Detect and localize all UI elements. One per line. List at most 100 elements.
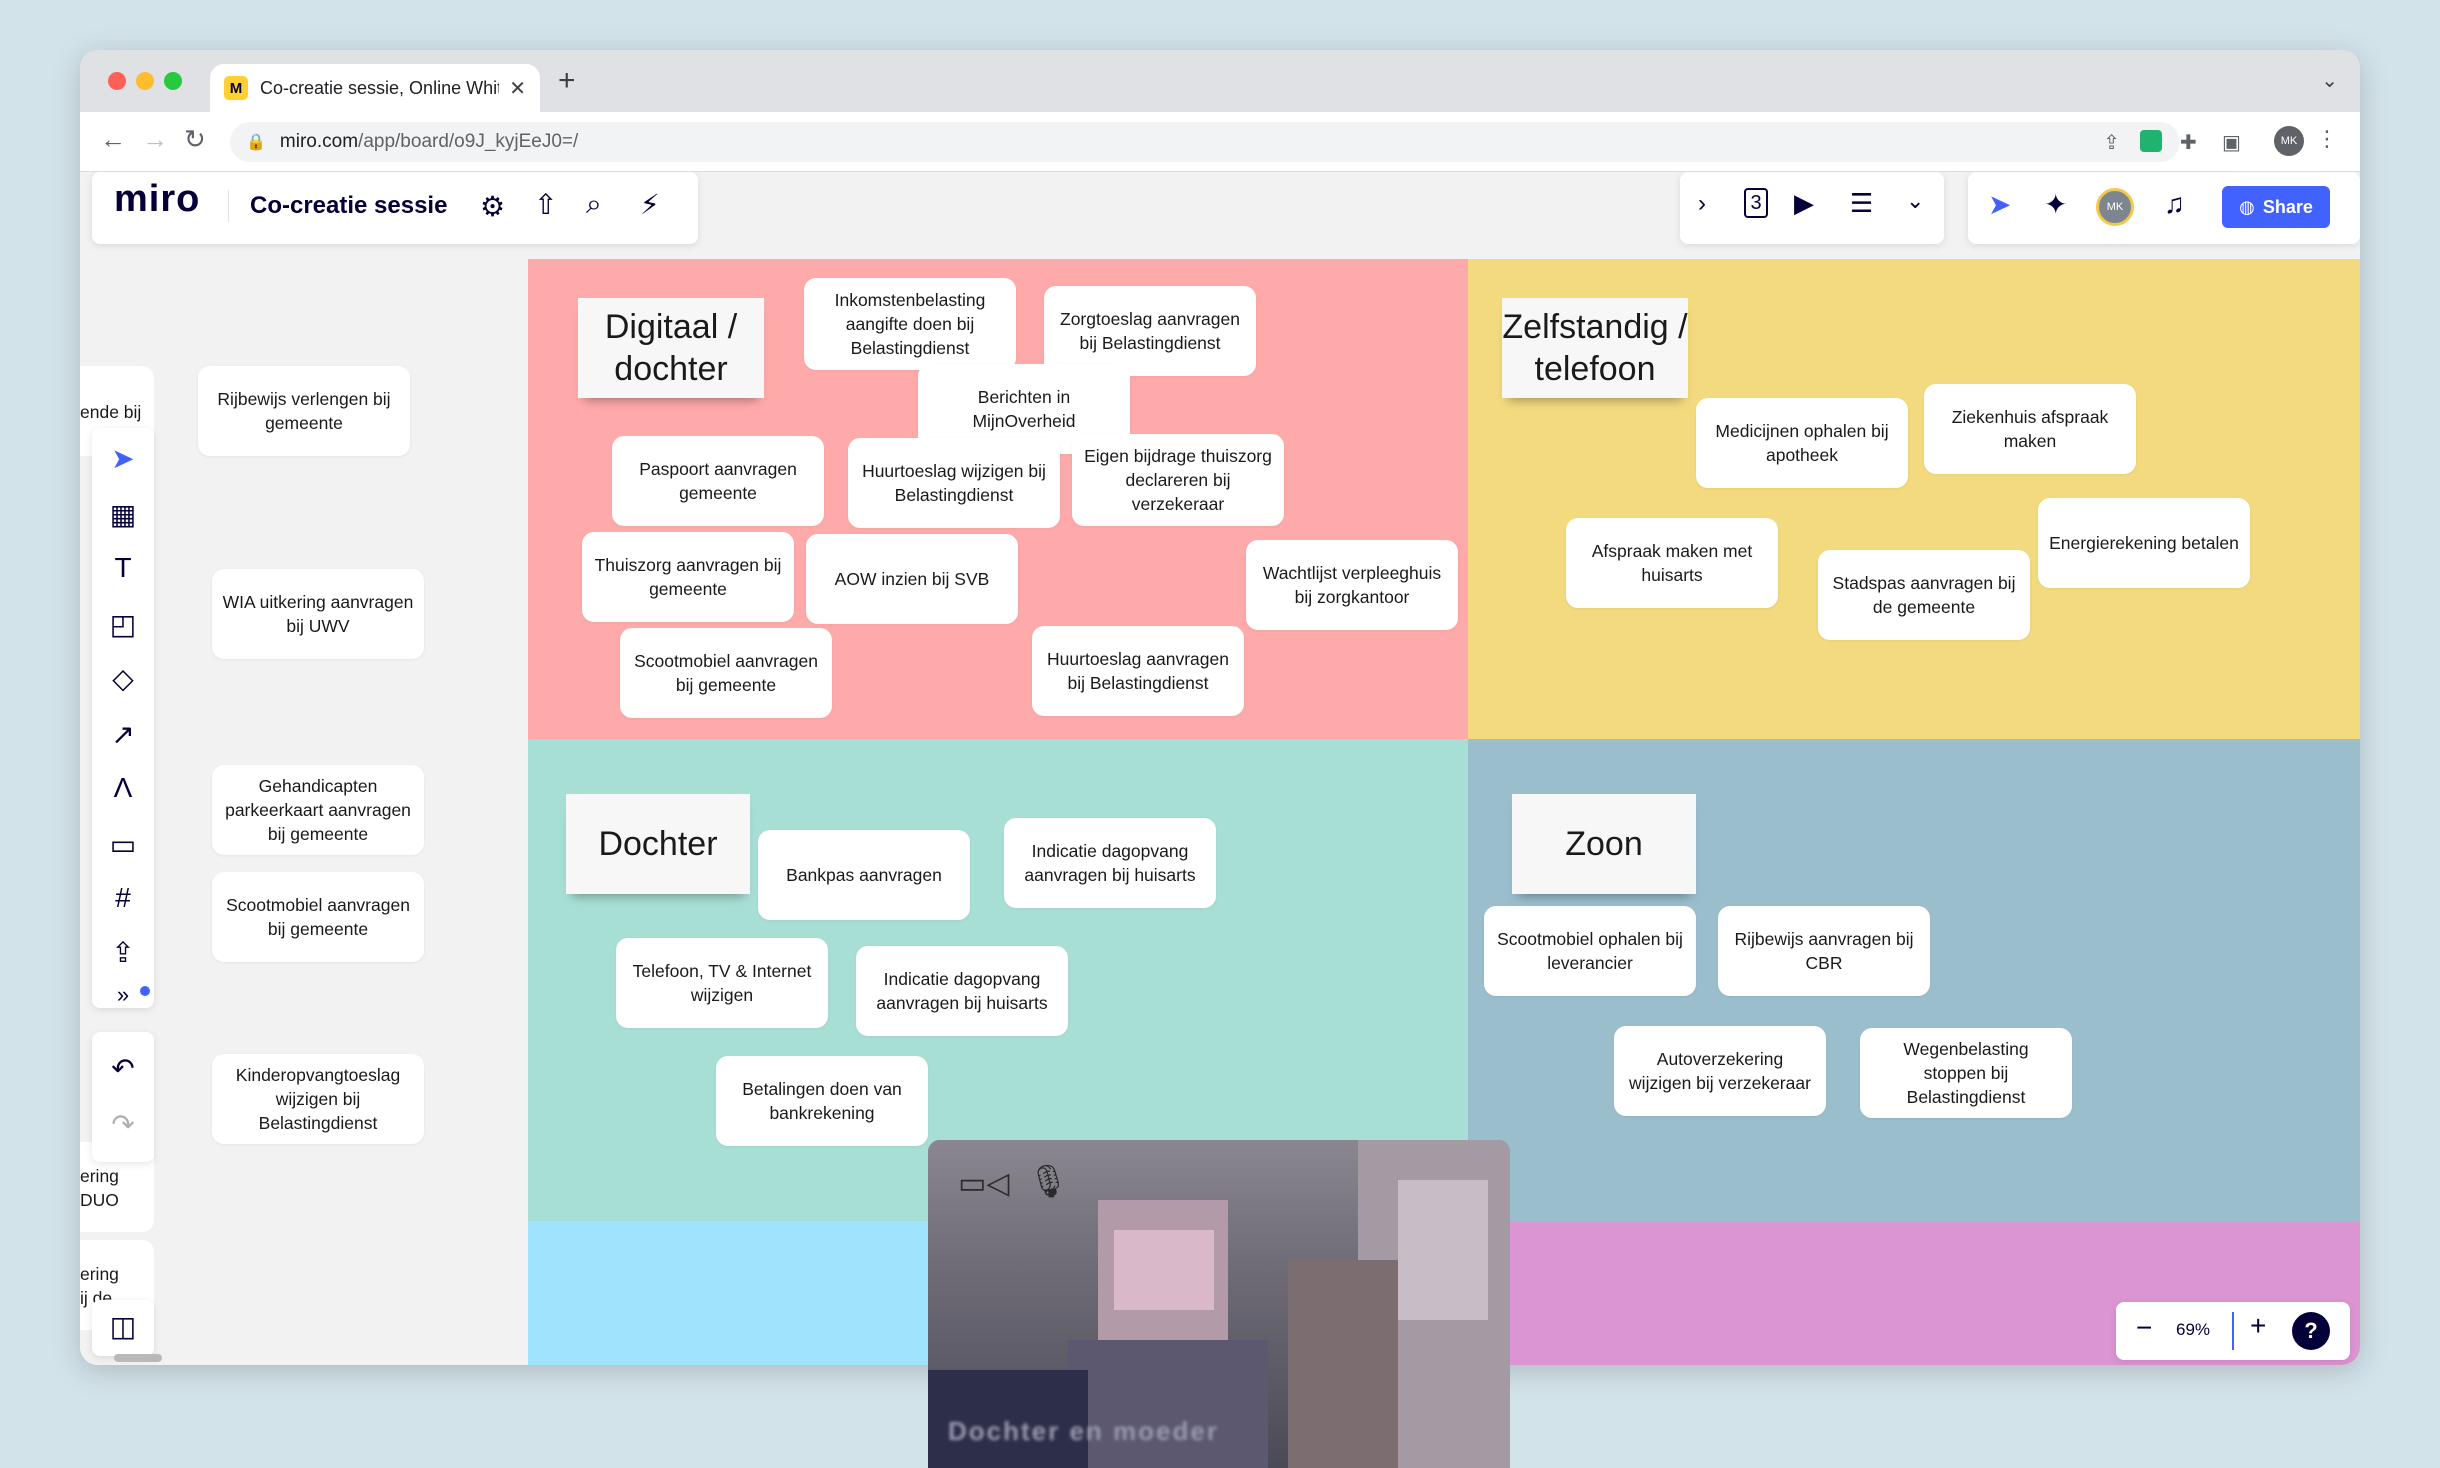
zoom-out-icon[interactable]: − [2136,1312,2152,1344]
comment-icon[interactable]: ▭ [92,828,154,861]
card[interactable]: Stadspas aanvragen bij de gemeente [1818,550,2030,640]
camera-icon[interactable]: ▭◁ [958,1166,1009,1201]
frame-icon[interactable]: # [92,882,154,914]
card[interactable]: Scootmobiel ophalen bij leverancier [1484,906,1696,996]
card[interactable]: Paspoort aanvragen gemeente [612,436,824,526]
card[interactable]: Wachtlijst verpleeghuis bij zorgkantoor [1246,540,1458,630]
card[interactable]: Betalingen doen van bankrekening [716,1056,928,1146]
select-cursor-icon[interactable]: ➤ [92,442,154,475]
sidepanel-icon[interactable]: ▣ [2222,130,2241,155]
sticky-title[interactable]: Digitaal / dochter [578,298,764,398]
presentation-icon[interactable]: ▶ [1794,188,1814,219]
undo-redo-bar: ↶ ↷ [92,1032,154,1162]
plugin-icon[interactable]: ⚡ [640,188,660,221]
url-path: /app/board/o9J_kyjEeJ0=/ [358,131,579,152]
board-panel-button[interactable]: ◫ [92,1300,154,1356]
zoom-level[interactable]: 69% [2176,1320,2210,1340]
card[interactable]: Rijbewijs verlengen bij gemeente [198,366,410,456]
profile-avatar[interactable]: MK [2274,126,2304,156]
redo-icon[interactable]: ↷ [92,1108,154,1141]
shapes-icon[interactable]: ◇ [92,662,154,695]
card[interactable]: AOW inzien bij SVB [806,534,1018,624]
card[interactable]: Autoverzekering wijzigen bij verzekeraar [1614,1026,1826,1116]
creation-toolbar: ➤ ▦ T ◰ ◇ ↗ Λ ▭ # ⇪ » [92,428,154,1008]
card[interactable]: Huurtoeslag wijzigen bij Belastingdienst [848,438,1060,528]
help-button[interactable]: ? [2292,1312,2330,1350]
card[interactable]: Scootmobiel aanvragen bij gemeente [620,628,832,718]
search-icon[interactable]: ⌕ [586,188,602,221]
microphone-icon[interactable]: 🎙 [1028,1162,1069,1200]
text-icon[interactable]: T [92,552,154,584]
miro-logo[interactable]: miro [114,178,200,221]
templates-icon[interactable]: ▦ [92,498,154,531]
lock-icon: 🔒 [246,134,266,151]
share-page-icon[interactable]: ⇪ [2103,130,2120,155]
card[interactable]: Bankpas aanvragen [758,830,970,920]
url-host: miro.com [279,131,359,152]
card[interactable]: Wegenbelasting stoppen bij Belastingdien… [1860,1028,2072,1118]
card[interactable]: Thuiszorg aanvragen bij gemeente [582,532,794,622]
card[interactable]: Energierekening betalen [2038,498,2250,588]
video-pixel-block [1114,1230,1214,1310]
tab-title: Co-creatie sessie, Online Whit [260,77,500,98]
card[interactable]: Medicijnen ophalen bij apotheek [1696,398,1908,488]
card[interactable]: Inkomstenbelasting aangifte doen bij Bel… [804,278,1016,370]
minimize-window-button[interactable] [136,72,154,90]
gear-icon[interactable]: ⚙ [480,190,505,223]
url-input[interactable]: 🔒 miro.com /app/board/o9J_kyjEeJ0=/ ⇪ ☆ [230,122,2180,162]
card[interactable]: Indicatie dagopvang aanvragen bij huisar… [1004,818,1216,908]
collaboration-toolbar: › 3 ▶ ☰ ⌄ [1680,172,1944,244]
card[interactable]: Ziekenhuis afspraak maken [1924,384,2136,474]
card[interactable]: Afspraak maken met huisarts [1566,518,1778,608]
miro-main-menu-bar: miro Co-creatie sessie ⚙ ⇧ ⌕ ⚡ [92,172,698,244]
new-tab-button[interactable]: + [558,64,576,98]
share-label: Share [2262,196,2313,217]
reload-icon[interactable]: ↻ [184,124,206,155]
card[interactable]: WIA uitkering aanvragen bij UWV [212,569,424,659]
maximize-window-button[interactable] [164,72,182,90]
celebrate-icon[interactable]: ✦ [2044,188,2067,221]
more-chevron-icon[interactable]: ⌄ [1906,188,1924,214]
sticky-title[interactable]: Dochter [566,794,750,894]
card[interactable]: Indicatie dagopvang aanvragen bij huisar… [856,946,1068,1036]
browser-menu-icon[interactable]: ⋮ [2316,126,2338,152]
page-count-badge[interactable]: 3 [1744,188,1768,218]
cursor-arrow-icon[interactable]: ➤ [1988,188,2011,221]
zoom-in-icon[interactable]: + [2250,1310,2266,1342]
tab-search-chevron-icon[interactable]: ⌄ [2321,68,2338,93]
card[interactable]: Gehandicapten parkeerkaart aanvragen bij… [212,765,424,855]
card[interactable]: Eigen bijdrage thuiszorg declareren bij … [1072,434,1284,526]
video-pixel-block [1068,1340,1268,1468]
extension-green-icon[interactable] [2140,130,2162,152]
notes-icon[interactable]: ☰ [1850,188,1873,219]
browser-tab[interactable]: M Co-creatie sessie, Online Whit ✕ [210,64,540,112]
bell-icon[interactable]: ♫ [2164,188,2185,220]
divider [228,190,229,222]
share-button[interactable]: ◍ Share [2222,186,2330,228]
user-avatar[interactable]: MK [2096,188,2134,226]
connection-line-icon[interactable]: ↗ [92,718,154,751]
board-title[interactable]: Co-creatie sessie [250,192,447,220]
card[interactable]: Zorgtoeslag aanvragen bij Belastingdiens… [1044,286,1256,376]
forward-arrow-icon[interactable]: → [142,124,168,155]
video-call-window[interactable]: ▭◁ 🎙 Dochter en moeder [928,1140,1510,1468]
upload-file-icon[interactable]: ⇪ [92,936,154,969]
sticky-title[interactable]: Zoon [1512,794,1696,894]
card[interactable]: Kinderopvangtoeslag wijzigen bij Belasti… [212,1054,424,1144]
pen-icon[interactable]: Λ [92,772,154,804]
card[interactable]: Scootmobiel aanvragen bij gemeente [212,872,424,962]
card[interactable]: Telefoon, TV & Internet wijzigen [616,938,828,1028]
card[interactable]: Rijbewijs aanvragen bij CBR [1718,906,1930,996]
close-window-button[interactable] [108,72,126,90]
sticky-note-icon[interactable]: ◰ [92,608,154,641]
horizontal-scrollbar[interactable] [114,1354,162,1362]
upload-icon[interactable]: ⇧ [534,188,557,221]
undo-icon[interactable]: ↶ [92,1052,154,1085]
extensions-puzzle-icon[interactable]: ✚ [2180,130,2197,155]
back-arrow-icon[interactable]: ← [100,124,126,155]
globe-icon: ◍ [2239,196,2255,217]
tab-close-icon[interactable]: ✕ [509,76,526,101]
chevron-right-icon[interactable]: › [1698,190,1706,218]
sticky-title[interactable]: Zelfstandig / telefoon [1502,298,1688,398]
card[interactable]: Huurtoeslag aanvragen bij Belastingdiens… [1032,626,1244,716]
